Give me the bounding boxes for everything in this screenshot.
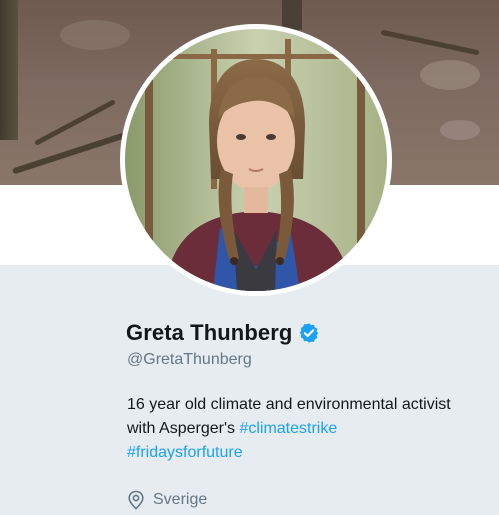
banner-branch [12, 131, 128, 175]
location-pin-icon [128, 490, 144, 510]
profile-handle[interactable]: @GretaThunberg [127, 351, 252, 369]
banner-tree-stump [282, 0, 302, 30]
profile-bio: 16 year old climate and environmental ac… [127, 393, 457, 465]
verified-badge-icon [300, 323, 319, 343]
banner-light-patch [60, 20, 130, 50]
banner-branch [380, 29, 480, 56]
location-text: Sverige [153, 491, 208, 508]
banner-light-patch [440, 120, 480, 140]
hashtag-link-fridaysforfuture[interactable]: #fridaysforfuture [127, 444, 243, 461]
banner-light-patch [420, 60, 480, 90]
profile-name-row: Greta Thunberg [126, 316, 320, 350]
profile-location: Sverige [127, 489, 207, 511]
hashtag-link-climatestrike[interactable]: #climatestrike [239, 420, 337, 437]
avatar-photo [125, 29, 387, 291]
profile-name[interactable]: Greta Thunberg [126, 320, 292, 346]
profile-avatar[interactable] [120, 24, 392, 296]
banner-tree-trunk [0, 0, 18, 140]
profile-info-area [0, 265, 499, 515]
